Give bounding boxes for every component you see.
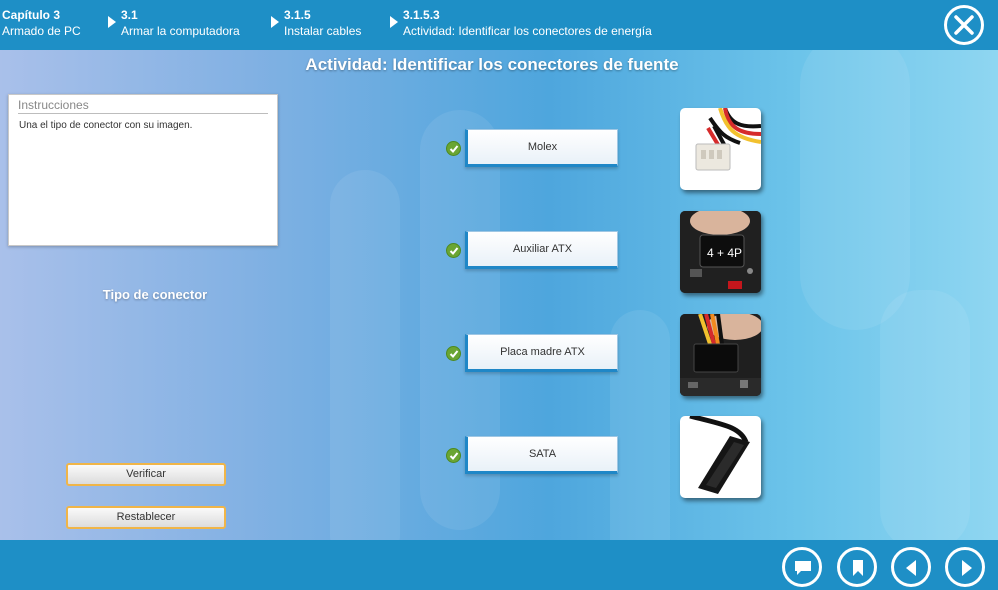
- comment-icon: [795, 561, 811, 575]
- breadcrumb-label: Armado de PC: [2, 24, 81, 38]
- breadcrumb-number: 3.1.5: [284, 8, 311, 22]
- connector-marking-text: 4 + 4P: [707, 246, 742, 260]
- breadcrumb-arrow-icon: [108, 16, 116, 28]
- close-button[interactable]: [944, 5, 984, 45]
- aux-atx-connector-image[interactable]: 4 + 4P: [680, 211, 761, 293]
- molex-connector-image[interactable]: [680, 108, 761, 190]
- breadcrumb-number: 3.1: [121, 8, 138, 22]
- sata-connector-image[interactable]: [680, 416, 761, 498]
- instructions-text: Una el tipo de conector con su imagen.: [19, 120, 193, 131]
- correct-check-icon: [446, 243, 461, 258]
- top-navigation-bar: Capítulo 3 Armado de PC 3.1 Armar la com…: [0, 0, 998, 50]
- connector-label-sata[interactable]: SATA: [465, 436, 618, 474]
- breadcrumb-activity[interactable]: 3.1.5.3 Actividad: Identificar los conec…: [390, 7, 652, 39]
- instructions-panel: Instrucciones Una el tipo de conector co…: [8, 94, 278, 246]
- instructions-heading: Instrucciones: [18, 97, 268, 114]
- bookmark-icon: [853, 560, 863, 576]
- background-decoration: [610, 310, 670, 540]
- correct-check-icon: [446, 448, 461, 463]
- verify-button[interactable]: Verificar: [66, 463, 226, 486]
- connector-label-motherboard-atx[interactable]: Placa madre ATX: [465, 334, 618, 372]
- correct-check-icon: [446, 141, 461, 156]
- connector-label-molex[interactable]: Molex: [465, 129, 618, 167]
- breadcrumb-number: 3.1.5.3: [403, 8, 440, 22]
- next-button[interactable]: [945, 547, 985, 587]
- breadcrumb-arrow-icon: [390, 16, 398, 28]
- previous-button[interactable]: [891, 547, 931, 587]
- bottom-navigation-bar: [0, 540, 998, 590]
- correct-check-icon: [446, 346, 461, 361]
- motherboard-atx-connector-image[interactable]: [680, 314, 761, 396]
- breadcrumb-label: Instalar cables: [284, 24, 362, 38]
- connector-type-label: Tipo de conector: [102, 287, 208, 302]
- breadcrumb-number: Capítulo 3: [2, 8, 61, 22]
- breadcrumb-arrow-icon: [271, 16, 279, 28]
- background-decoration: [330, 170, 400, 540]
- close-icon: [954, 15, 974, 35]
- background-decoration: [800, 50, 910, 330]
- breadcrumb-label: Actividad: Identificar los conectores de…: [403, 24, 652, 38]
- background-decoration: [880, 290, 970, 540]
- previous-icon: [906, 560, 916, 576]
- connector-label-aux-atx[interactable]: Auxiliar ATX: [465, 231, 618, 269]
- activity-stage: Actividad: Identificar los conectores de…: [0, 50, 998, 540]
- breadcrumb-chapter[interactable]: Capítulo 3 Armado de PC: [2, 7, 81, 39]
- reset-button[interactable]: Restablecer: [66, 506, 226, 529]
- breadcrumb-section[interactable]: 3.1 Armar la computadora: [108, 7, 240, 39]
- breadcrumb-subsection[interactable]: 3.1.5 Instalar cables: [271, 7, 362, 39]
- next-icon: [962, 560, 972, 576]
- breadcrumb-label: Armar la computadora: [121, 24, 240, 38]
- bookmark-button[interactable]: [837, 547, 877, 587]
- page-title: Actividad: Identificar los conectores de…: [305, 55, 679, 74]
- comment-button[interactable]: [782, 547, 822, 587]
